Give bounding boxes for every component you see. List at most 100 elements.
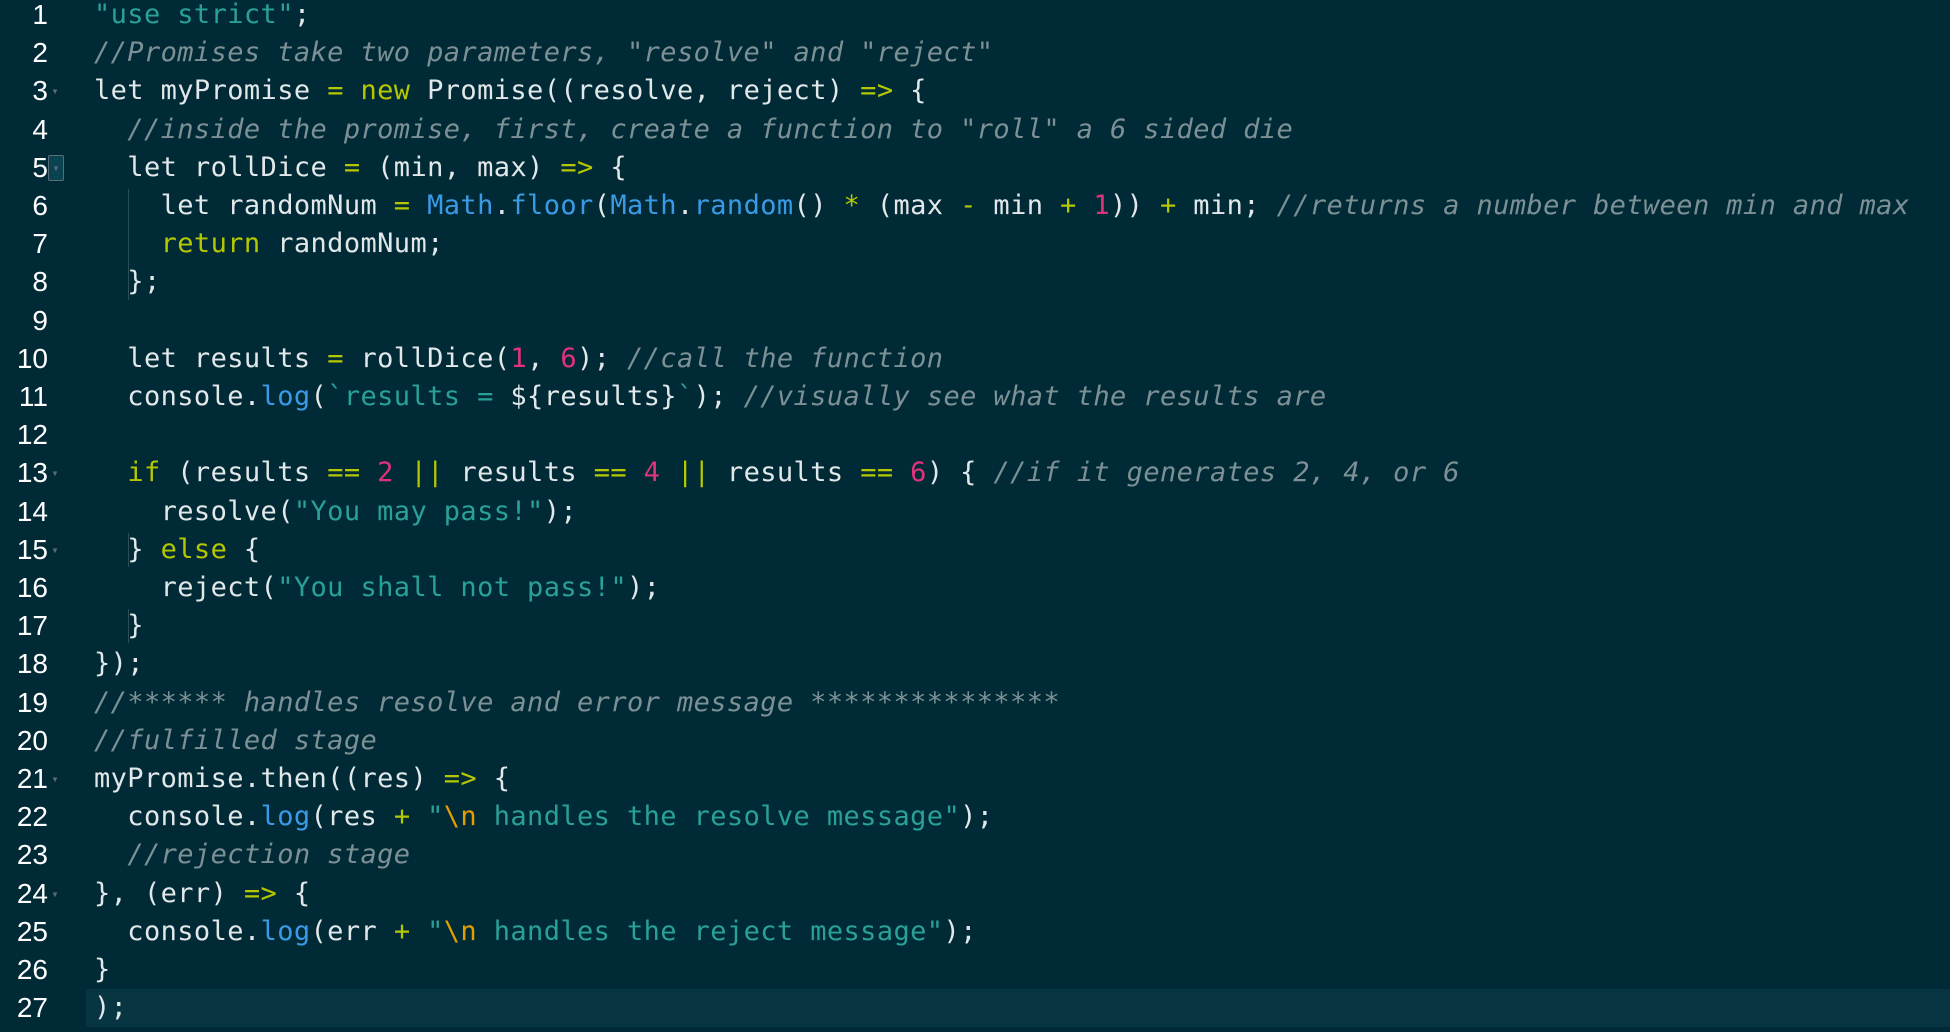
code-token: ": [427, 801, 444, 833]
code-token: =: [393, 190, 411, 221]
code-text[interactable]: let myPromise = new Promise((resolve, re…: [94, 72, 927, 110]
code-text[interactable]: return randomNum;: [94, 225, 444, 263]
fold-arrow-icon[interactable]: ▾: [48, 454, 62, 492]
code-line[interactable]: 11 console.log(`results = ${results}`); …: [0, 378, 1950, 416]
fold-arrow-icon[interactable]: ▾: [48, 154, 64, 181]
code-token: rollDice(: [343, 342, 511, 374]
code-text[interactable]: console.log(`results = ${results}`); //v…: [94, 378, 1327, 416]
code-line[interactable]: 22 console.log(res + "\n handles the res…: [0, 798, 1950, 836]
code-token: =>: [243, 877, 278, 909]
code-line[interactable]: 7 return randomNum;: [0, 225, 1950, 263]
line-number: 11: [18, 381, 48, 412]
code-text[interactable]: }: [94, 607, 144, 645]
code-text[interactable]: //rejection stage: [94, 836, 410, 874]
code-token: +: [1060, 190, 1077, 221]
code-text[interactable]: //****** handles resolve and error messa…: [94, 684, 1060, 722]
code-token: let randomNum: [94, 190, 394, 221]
code-line[interactable]: 27);: [0, 989, 1950, 1028]
code-text[interactable]: //Promises take two parameters, "resolve…: [94, 34, 993, 72]
code-line[interactable]: 18});: [0, 645, 1950, 683]
line-number: 6: [32, 190, 48, 221]
code-token: new: [360, 75, 411, 107]
code-text[interactable]: reject("You shall not pass!");: [94, 569, 660, 607]
line-number: 23: [16, 839, 48, 871]
code-line[interactable]: 21 ▾ myPromise.then((res) => {: [0, 760, 1950, 798]
code-text[interactable]: console.log(res + "\n handles the resolv…: [94, 798, 993, 836]
code-token: ) {: [926, 457, 994, 489]
code-text[interactable]: let randomNum = Math.floor(Math.random()…: [94, 187, 1909, 225]
code-line[interactable]: 24 ▾}, (err) => {: [0, 875, 1950, 913]
fold-arrow-icon[interactable]: ▾: [48, 531, 62, 569]
code-text[interactable]: let rollDice = (min, max) => {: [94, 149, 627, 187]
code-token: //fulfilled stage: [94, 724, 378, 756]
code-line[interactable]: 9: [0, 302, 1950, 340]
code-line[interactable]: 1 "use strict";: [0, 0, 1950, 34]
code-token: );: [960, 801, 994, 833]
code-token: ${results}: [510, 381, 677, 412]
code-token: //Promises take two parameters, "resolve…: [94, 37, 994, 69]
code-line[interactable]: 4 //inside the promise, first, create a …: [0, 111, 1950, 149]
code-line[interactable]: 23 //rejection stage: [0, 836, 1950, 874]
code-line[interactable]: 20 //fulfilled stage: [0, 722, 1950, 760]
line-number: 21: [16, 763, 48, 794]
line-number: 2: [32, 37, 48, 69]
code-text[interactable]: }, (err) => {: [94, 875, 311, 913]
line-number: 7: [32, 228, 48, 260]
fold-arrow-icon[interactable]: ▾: [48, 72, 62, 110]
code-token: "use strict": [94, 0, 294, 30]
code-line[interactable]: 14 resolve("You may pass!");: [0, 493, 1950, 531]
code-line[interactable]: 16 reject("You shall not pass!");: [0, 569, 1950, 607]
code-line[interactable]: 26}: [0, 951, 1950, 989]
code-token: log: [260, 381, 311, 412]
code-line[interactable]: 3 ▾ let myPromise = new Promise((resolve, …: [0, 72, 1950, 110]
code-line[interactable]: 25 console.log(err + "\n handles the rej…: [0, 913, 1950, 951]
code-text[interactable]: );: [94, 989, 127, 1027]
code-line[interactable]: 8 };: [0, 263, 1950, 301]
code-token: );: [94, 992, 128, 1024]
code-token: }: [94, 610, 144, 642]
line-number: 16: [16, 572, 48, 603]
code-text[interactable]: if (results == 2 || results == 4 || resu…: [94, 454, 1460, 492]
code-token: =: [327, 75, 344, 107]
code-line[interactable]: 6 let randomNum = Math.floor(Math.random…: [0, 187, 1950, 225]
code-line[interactable]: 15 ▾ } else {: [0, 531, 1950, 569]
code-editor[interactable]: 1 "use strict"; 2 //Promises take two param…: [0, 0, 1950, 1032]
line-number: 3: [32, 75, 48, 107]
code-text[interactable]: }: [94, 951, 111, 989]
code-token: resolve(: [94, 495, 294, 527]
fold-arrow-icon[interactable]: ▾: [48, 875, 62, 913]
code-line[interactable]: 5 ▾ let rollDice = (min, max) => {: [0, 149, 1950, 187]
code-token: (err: [310, 915, 394, 947]
fold-arrow-icon[interactable]: ▾: [48, 760, 62, 798]
code-text[interactable]: });: [94, 645, 144, 683]
code-text[interactable]: } else {: [94, 531, 261, 569]
code-line[interactable]: 13 ▾ if (results == 2 || results == 4 || …: [0, 454, 1950, 492]
code-text[interactable]: console.log(err + "\n handles the reject…: [94, 913, 977, 951]
code-text[interactable]: let results = rollDice(1, 6); //call the…: [94, 340, 943, 378]
code-line[interactable]: 17 }: [0, 607, 1950, 645]
line-number: 9: [32, 304, 48, 336]
code-token: //call the function: [627, 342, 944, 374]
code-token: log: [260, 801, 311, 833]
code-token: {: [893, 75, 927, 107]
code-text[interactable]: //inside the promise, first, create a fu…: [94, 111, 1293, 149]
code-text[interactable]: myPromise.then((res) => {: [94, 760, 510, 798]
code-line[interactable]: 12: [0, 416, 1950, 454]
code-text[interactable]: //fulfilled stage: [94, 722, 377, 760]
code-text[interactable]: "use strict";: [94, 0, 311, 34]
code-line[interactable]: 19 //****** handles resolve and error mes…: [0, 684, 1950, 722]
line-number: 12: [16, 419, 48, 451]
line-number: 15: [16, 533, 48, 565]
code-token: 2: [377, 457, 394, 489]
code-line[interactable]: 2 //Promises take two parameters, "resolv…: [0, 34, 1950, 72]
code-line[interactable]: 10 let results = rollDice(1, 6); //call …: [0, 340, 1950, 378]
code-token: =>: [560, 151, 594, 183]
code-token: `: [676, 381, 694, 412]
indent-guide: [128, 609, 129, 644]
code-text[interactable]: resolve("You may pass!");: [94, 493, 577, 531]
